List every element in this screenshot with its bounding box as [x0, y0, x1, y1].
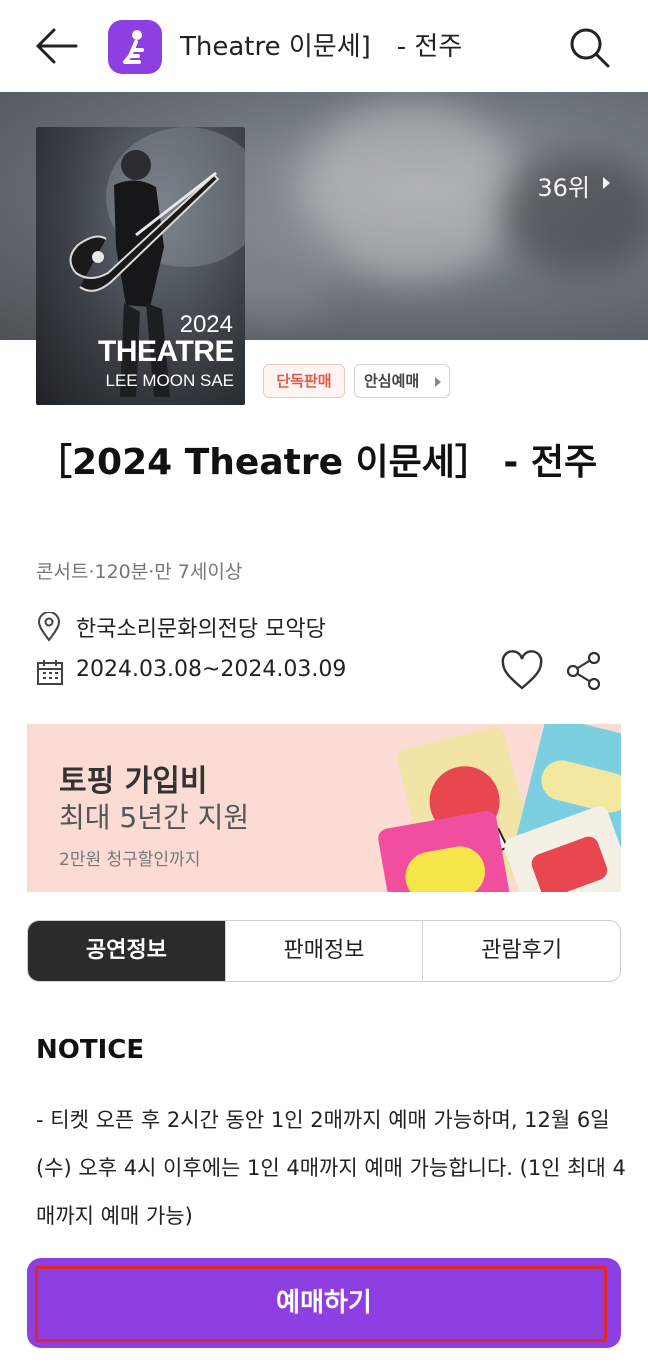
event-meta: 콘서트·120분·만 7세이상 [36, 561, 243, 583]
tab-sales-info[interactable]: 판매정보 [224, 921, 423, 981]
event-title: ［2024 Theatre 이문세］ - 전주 [36, 442, 598, 483]
exclusive-sale-badge: 단독판매 [263, 364, 345, 398]
tab-performance-info[interactable]: 공연정보 [28, 921, 225, 981]
notice-title: NOTICE [36, 1035, 145, 1065]
heart-icon [501, 650, 543, 690]
event-poster[interactable]: 2024 THEATRE LEE MOON SAE [36, 127, 245, 405]
share-icon [566, 651, 601, 691]
poster-artist: LEE MOON SAE [105, 371, 234, 390]
like-button[interactable] [500, 650, 544, 692]
header-title: Theatre 이문세] - 전주 [180, 32, 463, 62]
promo-card-image [376, 809, 518, 892]
calendar-icon [37, 660, 63, 685]
date-row: 2024.03.08~2024.03.09 [36, 654, 456, 690]
arrow-left-icon [36, 28, 78, 64]
share-button[interactable] [564, 650, 604, 692]
banner-subheadline: 최대 5년간 지원 [59, 801, 250, 834]
banner-headline: 토핑 가입비 [59, 764, 208, 799]
venue-row[interactable]: 한국소리문화의전당 모악당 [36, 608, 456, 644]
safe-booking-badge[interactable]: 안심예매 [354, 364, 450, 398]
poster-title: THEATRE [98, 335, 234, 368]
search-icon [570, 28, 610, 68]
notice-body: - 티켓 오픈 후 2시간 동안 1인 2매까지 예매 가능하며, 12월 6일… [36, 1108, 626, 1228]
search-button[interactable] [566, 24, 612, 70]
ranking-link[interactable]: 36위 [537, 168, 612, 203]
location-pin-icon [37, 612, 61, 642]
chevron-right-icon [435, 377, 441, 387]
back-button[interactable] [30, 24, 82, 68]
book-button[interactable]: 예매하기 [27, 1258, 621, 1348]
app-logo-icon[interactable] [108, 20, 162, 74]
banner-caption: 2만원 청구할인까지 [59, 850, 201, 870]
safe-booking-label: 안심예매 [364, 372, 420, 390]
event-dates: 2024.03.08~2024.03.09 [76, 657, 347, 682]
promo-banner[interactable]: 토핑 가입비 최대 5년간 지원 2만원 청구할인까지 [27, 724, 621, 892]
tab-reviews[interactable]: 관람후기 [422, 921, 620, 981]
top-app-bar: Theatre 이문세] - 전주 [0, 0, 648, 92]
detail-tabs: 공연정보 판매정보 관람후기 [27, 920, 621, 982]
rank-text: 36위 [537, 174, 590, 202]
venue-name: 한국소리문화의전당 모악당 [76, 617, 326, 642]
chevron-right-icon [603, 177, 610, 189]
